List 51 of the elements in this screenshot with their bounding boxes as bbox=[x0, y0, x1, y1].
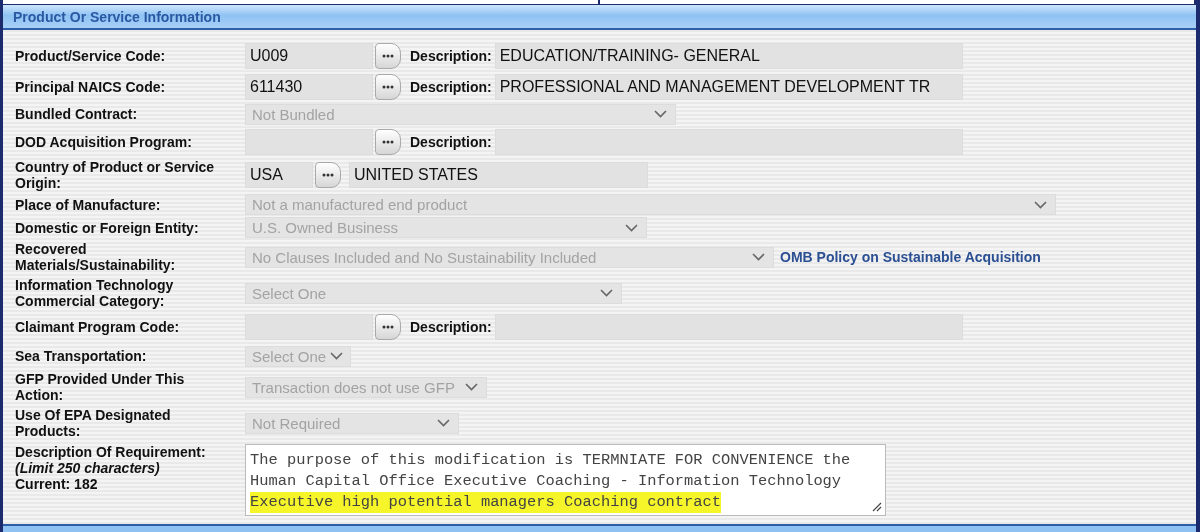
text-field[interactable] bbox=[245, 313, 373, 340]
chevron-down-icon bbox=[1034, 200, 1047, 209]
field-label: Recovered Materials/Sustainability: bbox=[15, 241, 177, 273]
field-label: Information Technology Commercial Category: bbox=[15, 277, 175, 309]
field-label: Product/Service Code: bbox=[15, 47, 167, 64]
text-field[interactable]: USA bbox=[245, 162, 313, 188]
field-label: Description: bbox=[410, 133, 492, 150]
chevron-down-icon bbox=[654, 110, 667, 118]
field-label: Use Of EPA Designated Products: bbox=[15, 407, 172, 439]
character-counter: Current: 182 bbox=[15, 476, 99, 492]
text-field[interactable]: PROFESSIONAL AND MANAGEMENT DEVELOPMENT TR bbox=[494, 73, 963, 100]
field-label: Description Of Requirement: bbox=[15, 444, 207, 460]
chevron-down-icon bbox=[752, 253, 765, 261]
field-label: GFP Provided Under This Action: bbox=[15, 371, 186, 403]
field-label: Description: bbox=[410, 47, 492, 64]
limit-note: (Limit 250 characters) bbox=[15, 460, 161, 476]
lookup-button[interactable] bbox=[375, 42, 401, 69]
text-field[interactable]: 611430 bbox=[245, 73, 373, 100]
chevron-down-icon bbox=[437, 419, 450, 427]
field-label: Principal NAICS Code: bbox=[15, 78, 167, 95]
chevron-down-icon bbox=[600, 289, 613, 297]
text-field[interactable] bbox=[494, 128, 963, 155]
ellipsis-icon bbox=[382, 84, 394, 89]
description-textarea[interactable]: The purpose of this modification is TERMNIATE FOR CONVENIENCE the Human Capital Office Executive Coaching - Information Technology Executive high potential managers Coaching contract bbox=[245, 444, 886, 516]
field-label: Bundled Contract: bbox=[15, 106, 139, 122]
field-label: DOD Acquisition Program: bbox=[15, 133, 193, 150]
ellipsis-icon bbox=[382, 324, 394, 329]
text-field[interactable]: UNITED STATES bbox=[349, 162, 648, 188]
text-field[interactable]: EDUCATION/TRAINING- GENERAL bbox=[494, 42, 963, 69]
chevron-down-icon bbox=[465, 383, 478, 391]
field-label: Domestic or Foreign Entity: bbox=[15, 219, 200, 236]
field-label: Place of Manufacture: bbox=[15, 196, 162, 213]
lookup-button[interactable] bbox=[375, 313, 401, 340]
field-label: Sea Transportation: bbox=[15, 348, 148, 364]
text-field[interactable]: U009 bbox=[245, 42, 373, 69]
field-label: Country of Product or Service Origin: bbox=[15, 159, 216, 191]
ellipsis-icon bbox=[322, 173, 334, 177]
ellipsis-icon bbox=[382, 53, 394, 58]
field-label: Description: bbox=[410, 78, 492, 95]
field-label: Description: bbox=[410, 318, 492, 335]
lookup-button[interactable] bbox=[315, 162, 341, 188]
field-label: Claimant Program Code: bbox=[15, 318, 181, 335]
text-field[interactable] bbox=[245, 128, 373, 155]
chevron-down-icon bbox=[330, 352, 344, 360]
text-field[interactable] bbox=[494, 313, 963, 340]
resize-grip-icon[interactable] bbox=[872, 502, 882, 512]
ellipsis-icon bbox=[382, 139, 394, 144]
chevron-down-icon bbox=[625, 223, 638, 232]
lookup-button[interactable] bbox=[375, 128, 401, 155]
section-title: Product Or Service Information bbox=[13, 8, 221, 25]
lookup-button[interactable] bbox=[375, 73, 401, 100]
